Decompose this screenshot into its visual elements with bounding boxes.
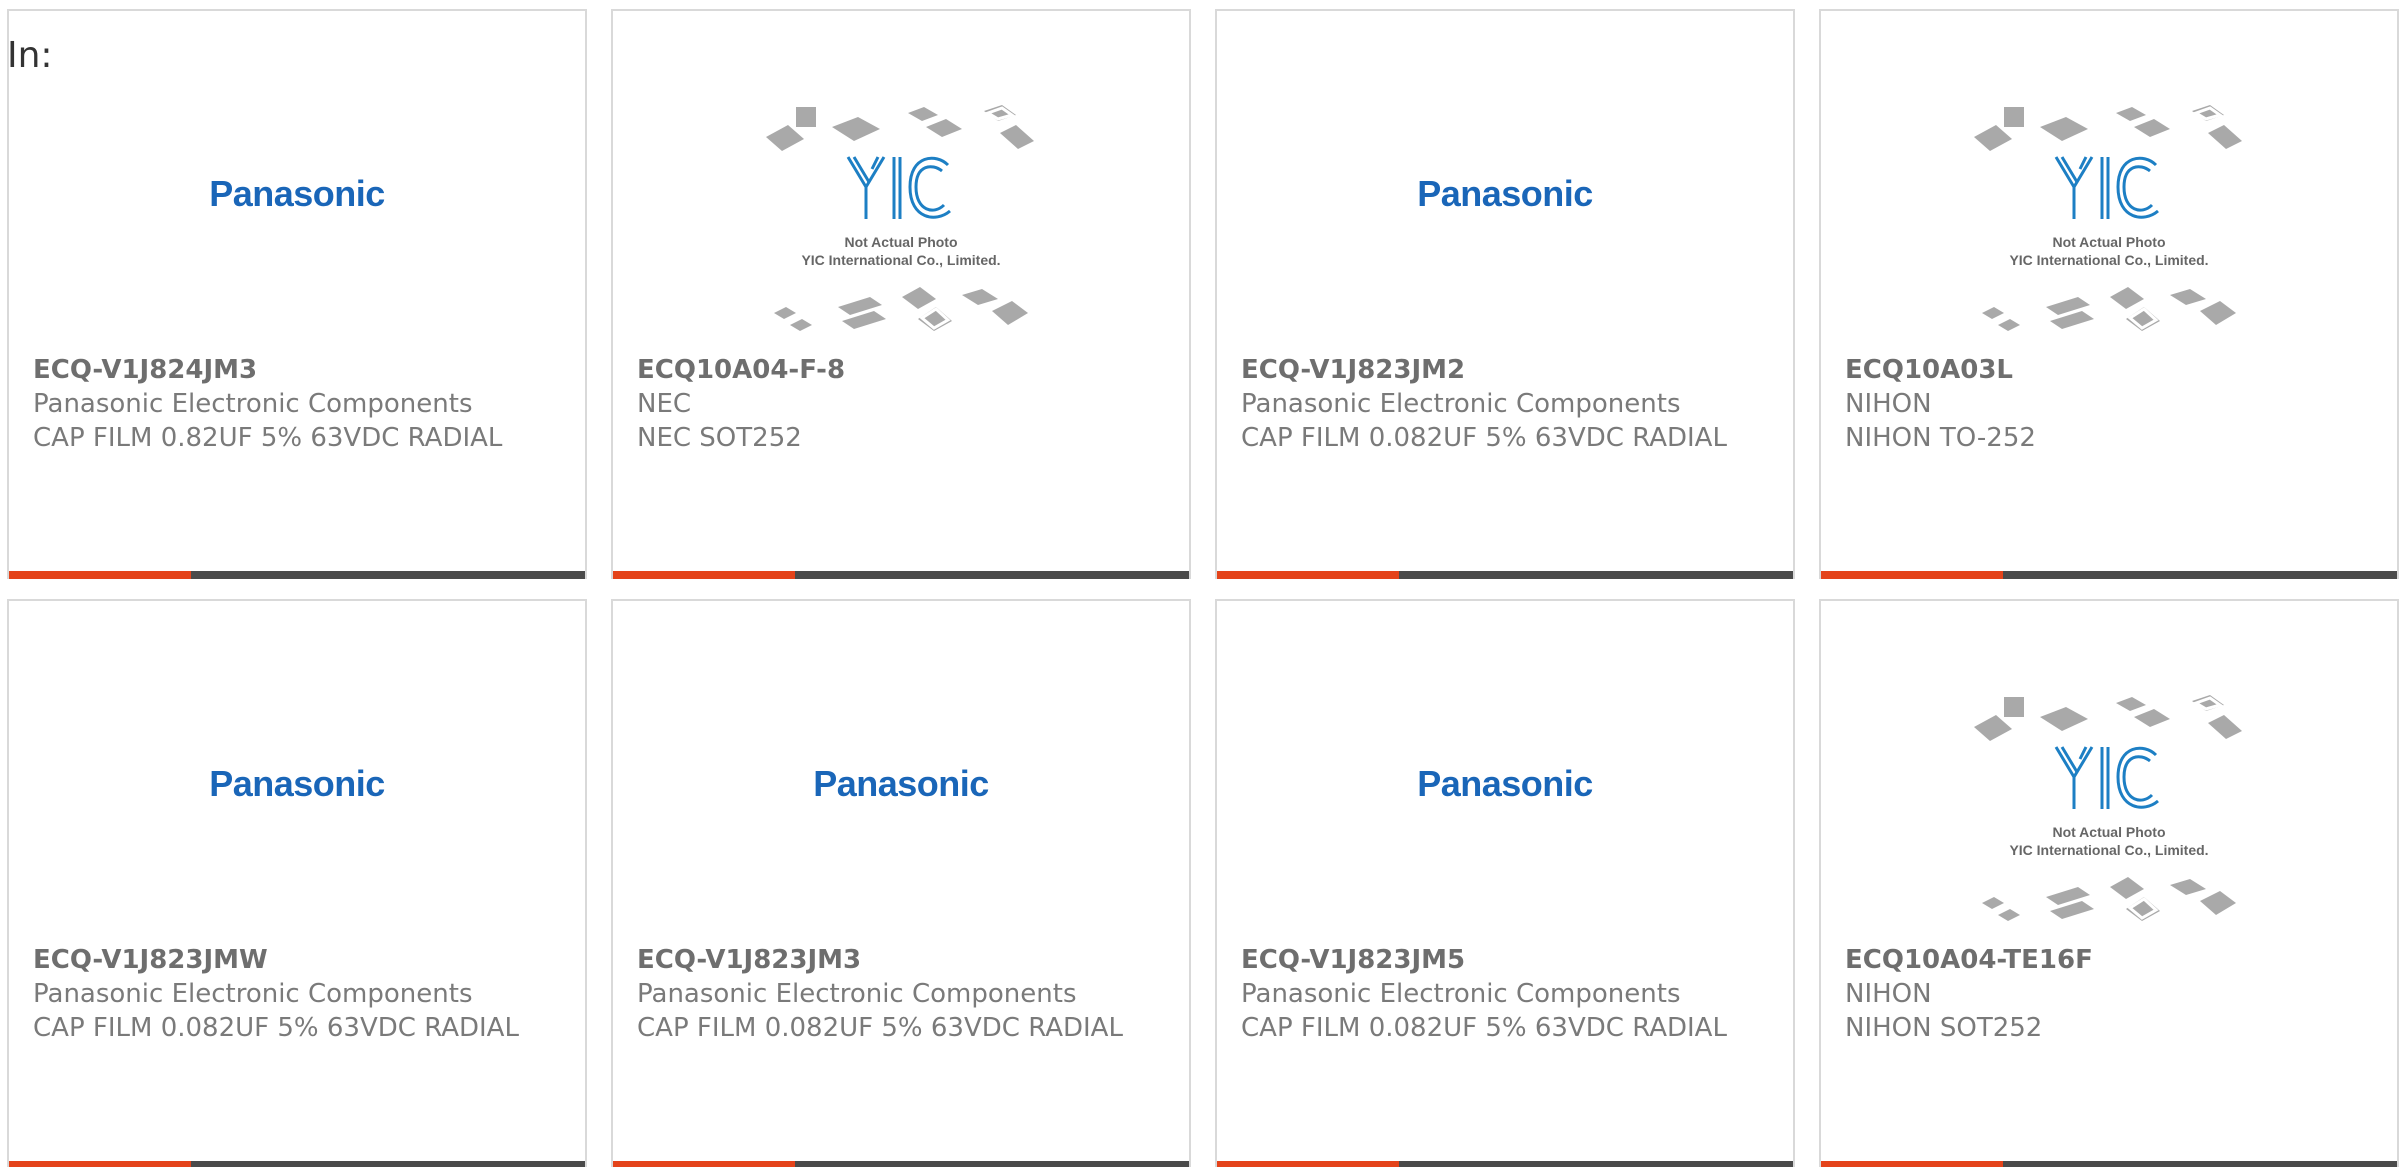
yic-caption-line1: Not Actual Photo [2052, 234, 2165, 250]
description: CAP FILM 0.082UF 5% 63VDC RADIAL [637, 1013, 1123, 1043]
card-accent [9, 571, 191, 579]
description: CAP FILM 0.082UF 5% 63VDC RADIAL [1241, 423, 1727, 453]
manufacturer: Panasonic Electronic Components [33, 389, 473, 419]
card-bottom-bar [1821, 1161, 2397, 1167]
product-image[interactable]: Panasonic [1217, 689, 1793, 939]
card-accent [9, 1161, 191, 1167]
product-info: ECQ-V1J823JMW Panasonic Electronic Compo… [33, 943, 561, 1045]
card-bottom-bar [1217, 571, 1793, 579]
card-bottom-bar [613, 1161, 1189, 1167]
part-number[interactable]: ECQ-V1J823JM2 [1241, 353, 1769, 387]
description: NIHON SOT252 [1845, 1013, 2043, 1043]
product-card[interactable]: Panasonic ECQ-V1J823JM3 Panasonic Electr… [611, 599, 1191, 1167]
part-number[interactable]: ECQ-V1J823JM3 [637, 943, 1165, 977]
card-bottom-bar [613, 571, 1189, 579]
product-info: ECQ-V1J823JM3 Panasonic Electronic Compo… [637, 943, 1165, 1045]
card-accent [1821, 571, 2003, 579]
product-card[interactable]: Not Actual Photo YIC International Co., … [1819, 9, 2399, 579]
panasonic-logo: Panasonic [209, 763, 385, 804]
product-image[interactable]: Panasonic [613, 689, 1189, 939]
yic-caption-line1: Not Actual Photo [844, 234, 957, 250]
yic-caption-line1: Not Actual Photo [2052, 824, 2165, 840]
description: CAP FILM 0.082UF 5% 63VDC RADIAL [33, 1013, 519, 1043]
description: NEC SOT252 [637, 423, 802, 453]
card-accent [1217, 571, 1399, 579]
product-image[interactable]: Panasonic [1217, 99, 1793, 349]
yic-placeholder-image: Not Actual Photo YIC International Co., … [1974, 105, 2242, 331]
product-image[interactable]: Panasonic [9, 689, 585, 939]
product-info: ECQ-V1J824JM3 Panasonic Electronic Compo… [33, 353, 561, 455]
description: CAP FILM 0.082UF 5% 63VDC RADIAL [1241, 1013, 1727, 1043]
product-listing-page: Panasonic ECQ-V1J824JM3 Panasonic Electr… [0, 0, 2400, 1167]
part-number[interactable]: ECQ-V1J823JMW [33, 943, 561, 977]
manufacturer: Panasonic Electronic Components [637, 979, 1077, 1009]
yic-placeholder-image: Not Actual Photo YIC International Co., … [1974, 695, 2242, 921]
part-number[interactable]: ECQ10A04-TE16F [1845, 943, 2373, 977]
manufacturer: Panasonic Electronic Components [1241, 979, 1681, 1009]
part-number[interactable]: ECQ10A04-F-8 [637, 353, 1165, 387]
description: NIHON TO-252 [1845, 423, 2036, 453]
yic-caption-line2: YIC International Co., Limited. [2009, 842, 2208, 858]
part-number[interactable]: ECQ-V1J824JM3 [33, 353, 561, 387]
product-info: ECQ10A04-TE16F NIHON NIHON SOT252 [1845, 943, 2373, 1045]
part-number[interactable]: ECQ-V1J823JM5 [1241, 943, 1769, 977]
card-accent [1821, 1161, 2003, 1167]
product-card[interactable]: Panasonic ECQ-V1J823JM5 Panasonic Electr… [1215, 599, 1795, 1167]
card-accent [613, 1161, 795, 1167]
product-grid: Panasonic ECQ-V1J824JM3 Panasonic Electr… [7, 9, 2400, 1167]
panasonic-logo: Panasonic [1417, 173, 1593, 214]
manufacturer: Panasonic Electronic Components [1241, 389, 1681, 419]
card-bottom-bar [9, 1161, 585, 1167]
panasonic-logo: Panasonic [813, 763, 989, 804]
panasonic-logo: Panasonic [209, 173, 385, 214]
product-image[interactable]: Not Actual Photo YIC International Co., … [1821, 689, 2397, 939]
product-card[interactable]: Not Actual Photo YIC International Co., … [611, 9, 1191, 579]
yic-placeholder-image: Not Actual Photo YIC International Co., … [766, 105, 1034, 331]
product-card[interactable]: Panasonic ECQ-V1J823JM2 Panasonic Electr… [1215, 9, 1795, 579]
product-image[interactable]: Panasonic [9, 99, 585, 349]
product-card[interactable]: Panasonic ECQ-V1J823JMW Panasonic Electr… [7, 599, 587, 1167]
yic-caption-line2: YIC International Co., Limited. [2009, 252, 2208, 268]
product-info: ECQ-V1J823JM5 Panasonic Electronic Compo… [1241, 943, 1769, 1045]
card-accent [1217, 1161, 1399, 1167]
product-image[interactable]: Not Actual Photo YIC International Co., … [613, 99, 1189, 349]
product-image[interactable]: Not Actual Photo YIC International Co., … [1821, 99, 2397, 349]
product-info: ECQ10A04-F-8 NEC NEC SOT252 [637, 353, 1165, 455]
card-bottom-bar [1821, 571, 2397, 579]
filter-label: In: [7, 35, 53, 76]
product-card[interactable]: Panasonic ECQ-V1J824JM3 Panasonic Electr… [7, 9, 587, 579]
product-info: ECQ10A03L NIHON NIHON TO-252 [1845, 353, 2373, 455]
manufacturer: NIHON [1845, 389, 1932, 419]
manufacturer: NEC [637, 389, 692, 419]
description: CAP FILM 0.82UF 5% 63VDC RADIAL [33, 423, 503, 453]
product-card[interactable]: Not Actual Photo YIC International Co., … [1819, 599, 2399, 1167]
card-accent [613, 571, 795, 579]
manufacturer: NIHON [1845, 979, 1932, 1009]
yic-caption-line2: YIC International Co., Limited. [801, 252, 1000, 268]
part-number[interactable]: ECQ10A03L [1845, 353, 2373, 387]
card-bottom-bar [1217, 1161, 1793, 1167]
manufacturer: Panasonic Electronic Components [33, 979, 473, 1009]
product-info: ECQ-V1J823JM2 Panasonic Electronic Compo… [1241, 353, 1769, 455]
panasonic-logo: Panasonic [1417, 763, 1593, 804]
card-bottom-bar [9, 571, 585, 579]
